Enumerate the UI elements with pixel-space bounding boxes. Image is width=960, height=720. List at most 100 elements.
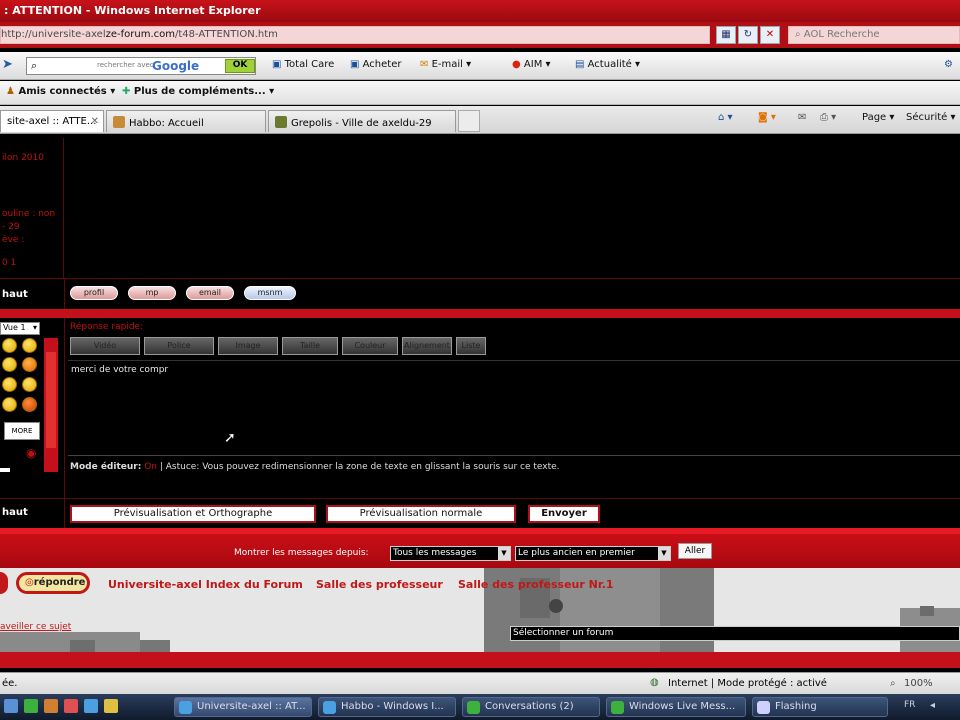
- list-button[interactable]: Liste: [456, 337, 486, 355]
- acheter-button[interactable]: ▣ Acheter: [350, 59, 401, 70]
- securite-menu[interactable]: Sécurité ▾: [906, 112, 956, 123]
- smiley-icon[interactable]: [2, 357, 17, 372]
- total-care-button[interactable]: ▣ Total Care: [272, 59, 334, 70]
- toolbar-nav-icon[interactable]: ➤: [2, 57, 13, 72]
- security-zone: Internet | Mode protégé : activé: [668, 678, 827, 689]
- address-input[interactable]: http://universite-axelze-forum.com/t48-A…: [0, 26, 710, 44]
- smiley-icon[interactable]: [22, 357, 37, 372]
- quicklaunch-messenger-icon[interactable]: [24, 699, 38, 713]
- smiley-select-value: Vue 1: [3, 323, 26, 332]
- mail-icon[interactable]: ✉: [798, 112, 806, 123]
- zoom-level[interactable]: 100%: [904, 678, 933, 689]
- settings-icon[interactable]: ⚙: [944, 59, 953, 70]
- preview-button[interactable]: Prévisualisation normale: [326, 505, 516, 523]
- watch-topic-link[interactable]: aveiller ce sujet: [0, 622, 71, 632]
- smiley-scrollbar[interactable]: [44, 338, 58, 472]
- smiley-icon[interactable]: [2, 397, 17, 412]
- smiley-icon[interactable]: [22, 338, 37, 353]
- breadcrumb-salle[interactable]: Salle des professeur: [316, 578, 443, 591]
- smiley-icon[interactable]: [2, 377, 17, 392]
- page-menu[interactable]: Page ▾: [862, 112, 894, 123]
- reply-button[interactable]: ◎répondre: [16, 572, 90, 594]
- align-button[interactable]: Alignement: [402, 337, 452, 355]
- stop-icon[interactable]: ✕: [760, 26, 780, 44]
- feeds-icon[interactable]: ◙ ▾: [758, 112, 776, 123]
- resize-icon[interactable]: ◉: [26, 446, 36, 460]
- forum-jump-select[interactable]: Sélectionner un forum: [510, 626, 960, 641]
- refresh-icon[interactable]: ↻: [738, 26, 758, 44]
- task-flashing[interactable]: Flashing: [752, 697, 888, 717]
- print-icon[interactable]: ⎙ ▾: [820, 112, 836, 123]
- actualite-label: Actualité: [587, 59, 632, 70]
- tray-icon[interactable]: ◂: [930, 700, 935, 711]
- image-button[interactable]: Image: [218, 337, 278, 355]
- tab-universite-axel[interactable]: site-axel :: ATTE... ✕: [0, 110, 104, 132]
- total-care-label: Total Care: [284, 59, 335, 70]
- post-author-panel: ilon 2010 ouline : non - 29 ève : 0 1: [0, 138, 64, 278]
- task-conversations[interactable]: Conversations (2): [462, 697, 600, 717]
- order-select[interactable]: Le plus ancien en premier ▼: [515, 546, 671, 561]
- acheter-label: Acheter: [362, 59, 402, 70]
- breadcrumb-salle2[interactable]: Salle des professeur Nr.1: [458, 578, 614, 591]
- smiley-icon[interactable]: [22, 377, 37, 392]
- aol-search-input[interactable]: ⌕ AOL Recherche: [788, 26, 960, 44]
- zoom-icon[interactable]: ⌕: [890, 678, 896, 689]
- toolbar: ➤ ⌕ rechercher avec Google OK ▣ Total Ca…: [0, 52, 960, 80]
- smiley-icon[interactable]: [2, 338, 17, 353]
- pm-button[interactable]: mp: [128, 286, 176, 300]
- tab-grepolis[interactable]: Grepolis - Ville de axeldu-29: [268, 110, 456, 132]
- home-icon[interactable]: ⌂ ▾: [718, 112, 733, 123]
- task-windows-live[interactable]: Windows Live Mess...: [606, 697, 746, 717]
- video-button[interactable]: Vidéo: [70, 337, 140, 355]
- profile-button[interactable]: profil: [70, 286, 118, 300]
- close-tab-icon[interactable]: ✕: [91, 116, 99, 127]
- period-select[interactable]: Tous les messages ▼: [390, 546, 511, 561]
- quicklaunch-media-icon[interactable]: [64, 699, 78, 713]
- language-indicator[interactable]: FR: [904, 700, 915, 710]
- actualite-button[interactable]: ▤ Actualité ▾: [575, 59, 640, 70]
- quicklaunch-folder-icon[interactable]: [104, 699, 118, 713]
- google-hint: rechercher avec: [97, 61, 154, 69]
- email-user-button[interactable]: email: [186, 286, 234, 300]
- plus-complements-menu[interactable]: ✚ Plus de compléments... ▾: [122, 86, 274, 97]
- shield-icon: ▣: [272, 59, 285, 70]
- task-habbo[interactable]: Habbo - Windows I...: [318, 697, 456, 717]
- tab-bar: site-axel :: ATTE... ✕ Habbo: Accueil Gre…: [0, 106, 960, 134]
- font-button[interactable]: Police: [144, 337, 214, 355]
- compat-view-icon[interactable]: ▦: [716, 26, 736, 44]
- task-universite-axel[interactable]: Universite-axel :: AT...: [174, 697, 312, 717]
- new-tab-button[interactable]: [458, 110, 480, 132]
- email-button[interactable]: ✉ E-mail ▾: [420, 59, 471, 70]
- mode-toggle[interactable]: On: [144, 462, 157, 472]
- send-button[interactable]: Envoyer: [528, 505, 600, 523]
- reply-textarea[interactable]: merci de votre compr: [68, 360, 960, 456]
- back-to-top-link[interactable]: haut: [2, 289, 28, 300]
- quicklaunch-ie-icon[interactable]: [84, 699, 98, 713]
- divider: [64, 279, 65, 309]
- back-to-top-link[interactable]: haut: [2, 507, 28, 518]
- quicklaunch-firefox-icon[interactable]: [44, 699, 58, 713]
- breadcrumb-index[interactable]: Universite-axel Index du Forum: [108, 578, 303, 591]
- go-button[interactable]: Aller: [678, 543, 712, 559]
- smiley-icon[interactable]: [22, 397, 37, 412]
- amis-connectes-menu[interactable]: ♟ Amis connectés ▾: [6, 86, 115, 97]
- magnifier-icon: ⌕: [31, 59, 38, 72]
- footer-bar: [0, 652, 960, 668]
- task-label: Windows Live Mess...: [629, 701, 736, 712]
- msn-button[interactable]: msnm: [244, 286, 296, 300]
- smiley-category-select[interactable]: Vue 1 ▾: [0, 322, 40, 335]
- preview-spellcheck-button[interactable]: Prévisualisation et Orthographe: [70, 505, 316, 523]
- tab-habbo[interactable]: Habbo: Accueil: [106, 110, 266, 132]
- aim-button[interactable]: ● AIM ▾: [512, 59, 551, 70]
- size-button[interactable]: Taille: [282, 337, 338, 355]
- color-button[interactable]: Couleur: [342, 337, 398, 355]
- chevron-down-icon: ▼: [498, 547, 510, 560]
- windows-taskbar: Universite-axel :: AT... Habbo - Windows…: [0, 694, 960, 720]
- more-smileys-button[interactable]: MORE: [4, 422, 40, 440]
- google-search-box[interactable]: ⌕ rechercher avec Google OK: [26, 57, 256, 75]
- quicklaunch-desktop-icon[interactable]: [4, 699, 18, 713]
- author-line: 0 1: [2, 258, 17, 268]
- scrollbar-thumb[interactable]: [46, 352, 56, 448]
- google-ok-button[interactable]: OK: [225, 59, 255, 73]
- email-label: E-mail: [431, 59, 463, 70]
